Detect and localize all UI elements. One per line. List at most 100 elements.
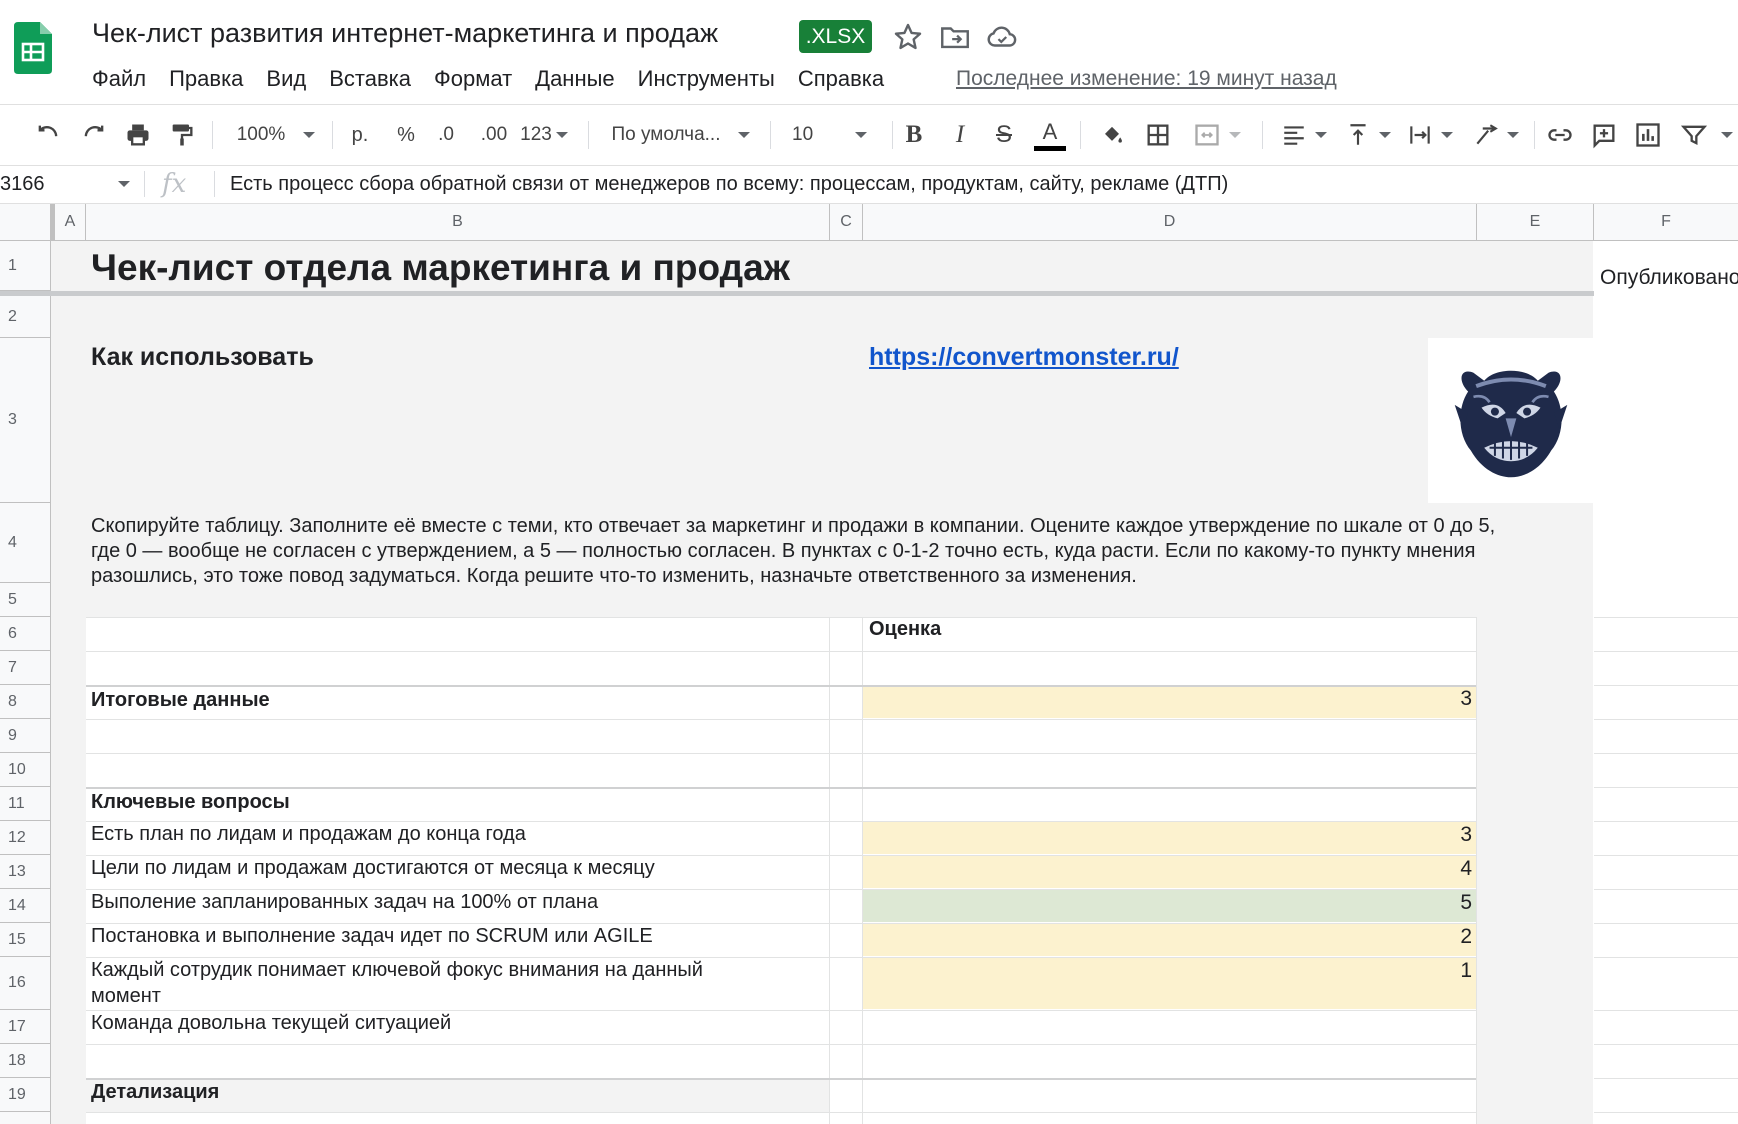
instructions-line-2[interactable]: где 0 — вообще не согласен с утверждение… — [91, 539, 1475, 564]
horizontal-align-icon[interactable] — [1276, 115, 1332, 155]
question-label[interactable]: Постановка и выполнение задач идет по SC… — [91, 925, 653, 948]
menu-tools[interactable]: Инструменты — [638, 62, 775, 96]
key-questions-heading[interactable]: Ключевые вопросы — [91, 791, 290, 814]
instructions-line-3[interactable]: разошлись, это тоже повод задуматься. Ко… — [91, 564, 1137, 589]
row-header[interactable]: 11 — [0, 787, 51, 821]
font-family-select[interactable]: По умолча... — [604, 115, 758, 155]
undo-icon[interactable] — [30, 115, 66, 155]
document-title[interactable]: Чек-лист развития интернет-маркетинга и … — [92, 18, 718, 49]
row-header[interactable]: 7 — [0, 651, 51, 685]
move-folder-icon[interactable] — [938, 20, 972, 54]
currency-format-button[interactable]: р. — [342, 115, 378, 155]
score-header[interactable]: Оценка — [869, 618, 941, 641]
insert-comment-icon[interactable] — [1586, 115, 1622, 155]
formula-input[interactable]: Есть процесс сбора обратной связи от мен… — [230, 165, 1228, 203]
sheet-grid[interactable]: 1 2 3 4 5 6 7 8 9 10 11 12 13 14 15 16 1… — [0, 241, 1738, 1124]
star-icon[interactable] — [891, 20, 925, 54]
print-icon[interactable] — [120, 115, 156, 155]
question-label[interactable]: Цели по лидам и продажам достигаются от … — [91, 857, 655, 880]
more-formats-select[interactable]: 123 — [518, 115, 570, 155]
last-edit-link[interactable]: Последнее изменение: 19 минут назад — [956, 62, 1337, 96]
question-label[interactable]: Команда довольна текущей ситуацией — [91, 1012, 451, 1035]
column-header-d[interactable]: D — [863, 204, 1477, 240]
redo-icon[interactable] — [76, 115, 112, 155]
decrease-decimal-button[interactable]: .0 — [428, 115, 464, 155]
insert-chart-icon[interactable] — [1630, 115, 1666, 155]
total-value[interactable]: 3 — [863, 687, 1472, 711]
total-label[interactable]: Итоговые данные — [91, 689, 270, 712]
column-header-c[interactable]: C — [830, 204, 863, 240]
row-header[interactable]: 2 — [0, 296, 51, 338]
row-header[interactable]: 19 — [0, 1078, 51, 1112]
row-header[interactable]: 6 — [0, 617, 51, 651]
website-link[interactable]: https://convertmonster.ru/ — [869, 343, 1179, 372]
increase-decimal-button[interactable]: .00 — [474, 115, 514, 155]
column-header-f[interactable]: F — [1594, 204, 1738, 240]
instructions-line-1[interactable]: Скопируйте таблицу. Заполните её вместе … — [91, 514, 1495, 539]
cloud-status-icon[interactable] — [985, 20, 1019, 54]
row-header[interactable]: 1 — [0, 241, 51, 291]
question-score[interactable]: 2 — [863, 925, 1472, 949]
row-header[interactable]: 9 — [0, 719, 51, 753]
row-header[interactable]: 5 — [0, 583, 51, 617]
row-header[interactable]: 12 — [0, 821, 51, 855]
menu-view[interactable]: Вид — [266, 62, 306, 96]
row-header[interactable]: 10 — [0, 753, 51, 787]
question-label[interactable]: Каждый сотрудик понимает ключевой фокус … — [91, 959, 703, 982]
gridline — [830, 617, 862, 618]
question-score[interactable]: 4 — [863, 857, 1472, 881]
frozen-row-divider[interactable] — [0, 291, 1738, 296]
question-score[interactable]: 5 — [863, 891, 1472, 915]
question-label-continued[interactable]: момент — [91, 985, 161, 1008]
row-header[interactable]: 16 — [0, 957, 51, 1010]
row-header[interactable]: 15 — [0, 923, 51, 957]
row-header[interactable]: 3 — [0, 338, 51, 503]
row-header[interactable]: 4 — [0, 503, 51, 583]
font-size-select[interactable]: 10 — [784, 115, 880, 155]
fill-color-icon[interactable] — [1094, 115, 1130, 155]
name-box[interactable]: 3166 — [0, 165, 140, 203]
column-header-b[interactable]: B — [86, 204, 830, 240]
question-score[interactable]: 1 — [863, 959, 1472, 983]
text-wrap-icon[interactable] — [1402, 115, 1458, 155]
detail-heading[interactable]: Детализация — [91, 1081, 219, 1104]
column-header-a[interactable]: A — [55, 204, 86, 240]
menu-help[interactable]: Справка — [798, 62, 884, 96]
vertical-align-icon[interactable] — [1340, 115, 1396, 155]
paint-format-icon[interactable] — [164, 115, 200, 155]
text-color-icon[interactable]: A — [1032, 115, 1068, 155]
row-header[interactable]: 8 — [0, 685, 51, 719]
select-all-corner[interactable] — [0, 204, 55, 240]
gridline — [829, 617, 830, 1124]
menu-file[interactable]: Файл — [92, 62, 146, 96]
more-tools-caret[interactable] — [1716, 115, 1738, 155]
strikethrough-icon[interactable]: S — [986, 115, 1022, 155]
how-to-heading[interactable]: Как использовать — [91, 343, 314, 372]
text-rotation-icon[interactable] — [1466, 115, 1526, 155]
insert-link-icon[interactable] — [1542, 115, 1578, 155]
borders-icon[interactable] — [1140, 115, 1176, 155]
question-label[interactable]: Выполение запланированных задач на 100% … — [91, 891, 598, 914]
question-label[interactable]: Есть план по лидам и продажам до конца г… — [91, 823, 526, 846]
question-score[interactable]: 3 — [863, 823, 1472, 847]
filter-icon[interactable] — [1676, 115, 1712, 155]
row-header[interactable]: 13 — [0, 855, 51, 889]
row-header[interactable]: 18 — [0, 1044, 51, 1078]
bold-icon[interactable]: B — [896, 115, 932, 155]
published-label[interactable]: Опубликовано — [1600, 266, 1738, 290]
column-header-e[interactable]: E — [1477, 204, 1594, 240]
file-format-badge[interactable]: .XLSX — [799, 20, 872, 53]
menu-edit[interactable]: Правка — [169, 62, 243, 96]
sheets-logo-icon[interactable] — [14, 22, 52, 74]
menu-insert[interactable]: Вставка — [329, 62, 411, 96]
sheet-title[interactable]: Чек-лист отдела маркетинга и продаж — [91, 247, 790, 289]
menu-data[interactable]: Данные — [535, 62, 614, 96]
row-header[interactable]: 14 — [0, 889, 51, 923]
italic-icon[interactable]: I — [942, 115, 978, 155]
merge-cells-icon[interactable] — [1188, 115, 1246, 155]
zoom-select[interactable]: 100% — [228, 115, 324, 155]
percent-format-button[interactable]: % — [388, 115, 424, 155]
menu-format[interactable]: Формат — [434, 62, 512, 96]
score-cell[interactable] — [863, 1010, 1476, 1043]
row-header[interactable]: 17 — [0, 1010, 51, 1044]
